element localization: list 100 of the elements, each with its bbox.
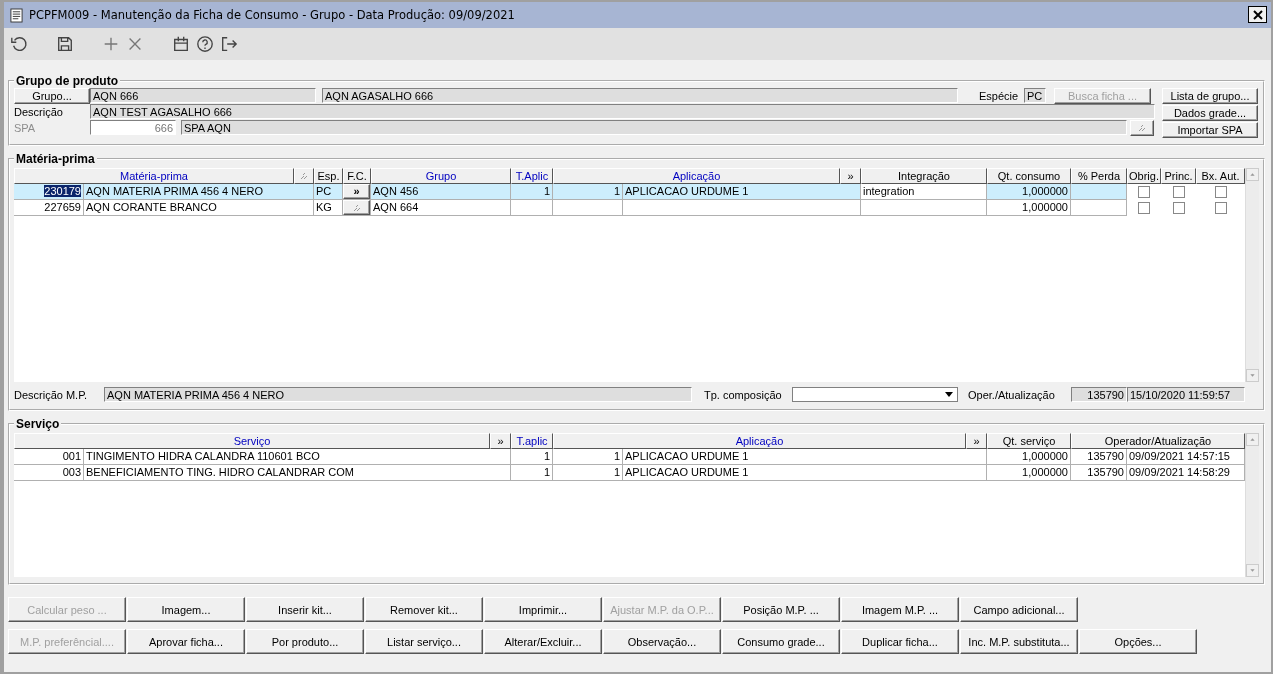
table-cell: APLICACAO URDUME 1 xyxy=(623,465,987,481)
hatch-icon xyxy=(299,172,309,180)
description-label: Descrição xyxy=(14,105,64,118)
table-cell: 1 xyxy=(511,449,553,465)
checkbox[interactable] xyxy=(1138,186,1150,198)
column-header[interactable]: Princ. xyxy=(1161,168,1196,184)
column-header[interactable]: Integração xyxy=(861,168,987,184)
table-cell: 003 xyxy=(14,465,84,481)
action-button[interactable]: Imagem M.P. ... xyxy=(841,597,959,622)
scroll-up-icon[interactable] xyxy=(1246,168,1259,181)
action-button[interactable]: Posição M.P. ... xyxy=(722,597,840,622)
description-field[interactable]: AQN MATERIA PRIMA 456 4 NERO xyxy=(104,387,692,402)
spa-name-field[interactable]: SPA AQN xyxy=(181,120,1127,135)
action-button[interactable]: Alterar/Excluir... xyxy=(484,629,602,654)
column-header[interactable]: Aplicação xyxy=(553,433,966,449)
table-cell: 1 xyxy=(511,465,553,481)
column-header[interactable]: Bx. Aut. xyxy=(1196,168,1245,184)
action-button[interactable]: Por produto... xyxy=(246,629,364,654)
table-cell xyxy=(553,200,623,216)
column-header[interactable]: Operador/Atualização xyxy=(1071,433,1245,449)
column-header[interactable]: Matéria-prima xyxy=(14,168,294,184)
column-header[interactable]: T.Aplic xyxy=(511,168,553,184)
window-title: PCPFM009 - Manutenção da Ficha de Consumo - Grupo - Data Produção: 09/09/2021 xyxy=(29,8,515,22)
action-button[interactable]: Remover kit... xyxy=(365,597,483,622)
close-icon xyxy=(1252,9,1263,20)
scroll-up-icon[interactable] xyxy=(1246,433,1259,446)
action-button[interactable]: Listar serviço... xyxy=(365,629,483,654)
action-button[interactable]: Imprimir... xyxy=(484,597,602,622)
table-cell: APLICACAO URDUME 1 xyxy=(623,449,987,465)
spa-label: SPA xyxy=(14,121,37,134)
table-cell: APLICACAO URDUME 1 xyxy=(623,184,861,200)
table-cell: 1,000000 xyxy=(987,200,1071,216)
column-header[interactable]: Grupo xyxy=(371,168,511,184)
column-header[interactable]: Qt. serviço xyxy=(987,433,1071,449)
table-cell: 1 xyxy=(553,184,623,200)
add-icon[interactable] xyxy=(102,35,120,53)
action-button[interactable]: Inserir kit... xyxy=(246,597,364,622)
action-button[interactable]: Importar SPA xyxy=(1162,122,1258,138)
lookup-button[interactable] xyxy=(343,200,370,215)
dropdown-arrow-icon xyxy=(945,392,953,397)
checkbox[interactable] xyxy=(1172,186,1185,198)
lookup-button[interactable] xyxy=(1130,119,1154,136)
group-name-field[interactable]: AQN AGASALHO 666 xyxy=(322,88,958,103)
updated-field[interactable]: 15/10/2020 11:59:57 xyxy=(1127,387,1245,402)
close-button[interactable] xyxy=(1248,6,1267,23)
description-field[interactable]: AQN TEST AGASALHO 666 xyxy=(90,104,1155,119)
column-header[interactable]: Esp. xyxy=(314,168,343,184)
action-button[interactable]: Lista de grupo... xyxy=(1162,88,1258,104)
checkbox[interactable] xyxy=(1214,202,1227,214)
column-header[interactable]: Serviço xyxy=(14,433,490,449)
scrollbar[interactable] xyxy=(1245,168,1259,382)
undo-icon[interactable] xyxy=(10,35,28,53)
checkbox[interactable] xyxy=(1172,202,1185,214)
save-icon[interactable] xyxy=(56,35,74,53)
table-cell: AQN 664 xyxy=(371,200,511,216)
group-button[interactable]: Grupo... xyxy=(14,87,90,104)
hatch-icon xyxy=(1137,123,1147,132)
scroll-down-icon[interactable] xyxy=(1246,369,1259,382)
group-code-field[interactable]: AQN 666 xyxy=(90,88,316,103)
column-header[interactable]: Qt. consumo xyxy=(987,168,1071,184)
exit-icon[interactable] xyxy=(220,35,238,53)
table-cell: BENEFICIAMENTO TING. HIDRO CALANDRAR COM xyxy=(84,465,511,481)
table-cell: 135790 xyxy=(1071,465,1127,481)
column-header[interactable]: % Perda xyxy=(1071,168,1127,184)
table-cell xyxy=(1071,184,1127,200)
spa-code-field[interactable]: 666 xyxy=(90,120,176,135)
action-button[interactable]: Opções... xyxy=(1079,629,1197,654)
action-button[interactable]: Observação... xyxy=(603,629,721,654)
action-button[interactable]: Campo adicional... xyxy=(960,597,1078,622)
operator-field[interactable]: 135790 xyxy=(1071,387,1127,402)
section-title: Grupo de produto xyxy=(15,74,119,88)
action-button[interactable]: Imagem... xyxy=(127,597,245,622)
table-cell: 1 xyxy=(553,465,623,481)
action-button[interactable]: Consumo grade... xyxy=(722,629,840,654)
action-button[interactable]: Dados grade... xyxy=(1162,105,1258,121)
calendar-icon[interactable] xyxy=(172,35,190,53)
table-cell: 230179 xyxy=(44,185,81,197)
column-header[interactable]: F.C. xyxy=(343,168,371,184)
table-cell: TINGIMENTO HIDRA CALANDRA 110601 BCO xyxy=(84,449,511,465)
expand-button[interactable]: » xyxy=(343,184,370,199)
hatch-icon xyxy=(351,203,362,212)
composition-dropdown[interactable] xyxy=(792,387,958,402)
column-header[interactable]: » xyxy=(490,433,511,449)
help-icon[interactable] xyxy=(196,35,214,53)
scroll-down-icon[interactable] xyxy=(1246,564,1259,577)
action-button[interactable]: Inc. M.P. substituta... xyxy=(960,629,1078,654)
column-header[interactable]: Obrig. xyxy=(1127,168,1161,184)
column-header[interactable] xyxy=(294,168,314,184)
action-button[interactable]: Duplicar ficha... xyxy=(841,629,959,654)
action-button[interactable]: Aprovar ficha... xyxy=(127,629,245,654)
column-header[interactable]: Aplicação xyxy=(553,168,840,184)
column-header[interactable]: » xyxy=(840,168,861,184)
checkbox[interactable] xyxy=(1138,202,1150,214)
species-field[interactable]: PC xyxy=(1024,88,1046,103)
scrollbar[interactable] xyxy=(1245,433,1259,577)
checkbox[interactable] xyxy=(1214,186,1227,198)
table-cell xyxy=(511,200,553,216)
column-header[interactable]: » xyxy=(966,433,987,449)
column-header[interactable]: T.aplic xyxy=(511,433,553,449)
section-title: Serviço xyxy=(15,417,61,431)
